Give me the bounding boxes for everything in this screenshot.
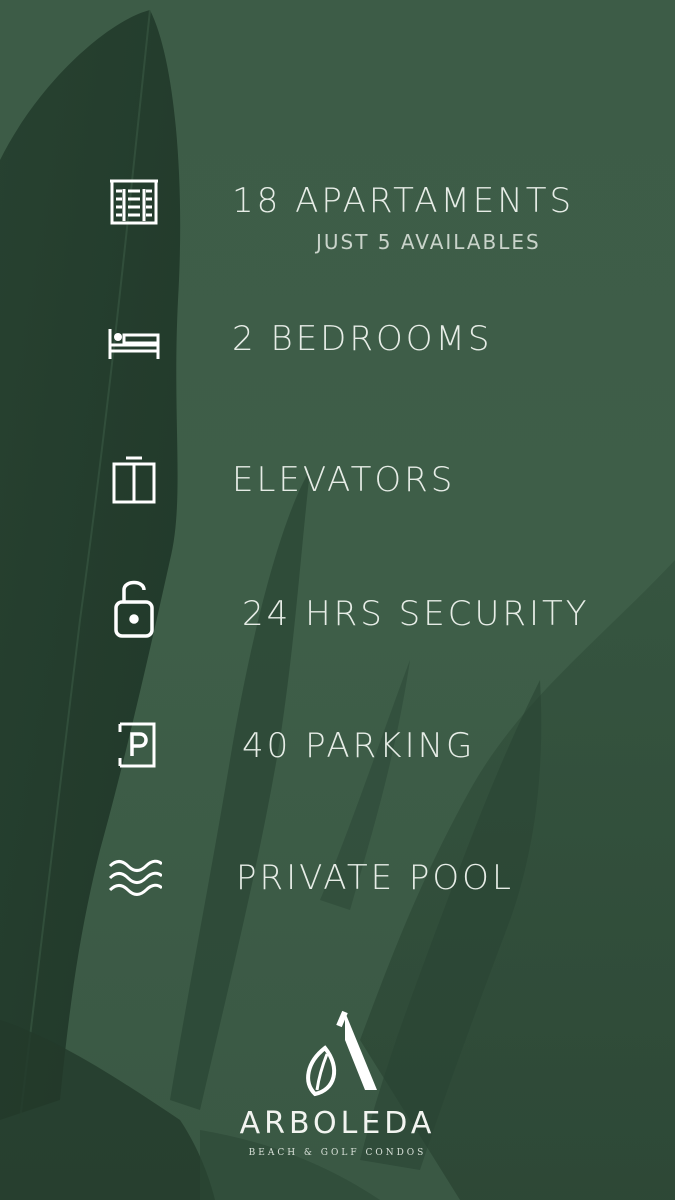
feature-label: PRIVATE POOL	[236, 858, 514, 898]
brand-tagline: BEACH & GOLF CONDOS	[248, 1148, 427, 1158]
feature-label: 18 APARTAMENTS	[232, 181, 575, 221]
brand-name: ARBOLEDA	[239, 1106, 436, 1141]
bed-icon	[106, 315, 162, 371]
promo-poster: 18 APARTAMENTS JUST 5 AVAILABLES 2 BEDRO…	[0, 0, 675, 1200]
padlock-icon	[106, 574, 162, 640]
parking-icon	[106, 718, 162, 774]
brand-logo	[0, 1010, 675, 1170]
feature-sublabel: JUST 5 AVAILABLES	[316, 230, 541, 254]
waves-icon	[106, 852, 162, 908]
feature-label: ELEVATORS	[232, 460, 456, 500]
feature-label: 24 HRS SECURITY	[242, 594, 590, 634]
feature-label: 2 BEDROOMS	[232, 319, 493, 359]
leaf-a-logo-icon	[306, 1010, 377, 1097]
elevator-icon	[106, 454, 162, 510]
feature-label: 40 PARKING	[242, 726, 476, 766]
building-icon	[106, 175, 162, 231]
